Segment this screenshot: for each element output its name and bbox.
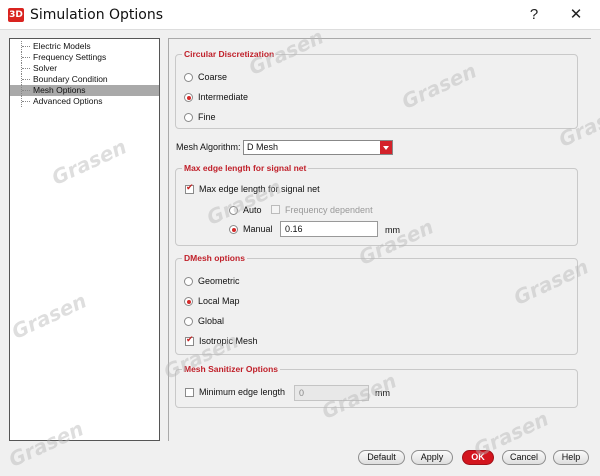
radio-global-label: Global: [198, 316, 225, 326]
tree-item-label: Mesh Options: [33, 85, 86, 95]
tree-item-label: Advanced Options: [33, 96, 103, 106]
manual-edge-length-input[interactable]: 0.16: [280, 221, 378, 237]
close-icon[interactable]: ✕: [564, 3, 588, 27]
tree-item-electric-models[interactable]: Electric Models: [10, 41, 159, 52]
isotropic-mesh-checkbox[interactable]: [185, 335, 194, 346]
options-tree: Electric Models Frequency Settings Solve…: [9, 38, 160, 441]
tree-branch-line: [21, 41, 30, 52]
radio-intermediate-label: Intermediate: [198, 92, 249, 102]
max-edge-length-checkbox[interactable]: [185, 183, 194, 194]
minimum-edge-length-checkbox[interactable]: [185, 388, 194, 397]
tree-branch-line: [21, 52, 30, 63]
radio-geometric-label: Geometric: [198, 276, 240, 286]
tree-item-label: Solver: [33, 63, 58, 73]
apply-button[interactable]: Apply: [411, 450, 453, 465]
group-title: Circular Discretization: [182, 49, 277, 60]
group-title: DMesh options: [182, 253, 247, 264]
minimum-edge-length-label: Minimum edge length: [199, 387, 286, 397]
window-title: Simulation Options: [30, 7, 164, 23]
tree-item-label: Boundary Condition: [33, 74, 108, 84]
sanitizer-unit-label: mm: [375, 388, 390, 398]
tree-branch-line: [21, 74, 30, 85]
minimum-edge-length-input[interactable]: 0: [294, 385, 369, 401]
radio-local-map-label: Local Map: [198, 296, 240, 306]
radio-geometric[interactable]: [184, 277, 193, 286]
tree-branch-line: [21, 85, 30, 96]
tree-branch-line: [21, 96, 30, 107]
max-edge-length-checkbox-label: Max edge length for signal net: [199, 184, 320, 194]
group-title: Mesh Sanitizer Options: [182, 364, 280, 375]
radio-manual-label: Manual: [243, 224, 273, 234]
radio-coarse-label: Coarse: [198, 72, 228, 82]
isotropic-mesh-label: Isotropic Mesh: [199, 336, 258, 346]
chevron-down-icon[interactable]: [380, 141, 392, 154]
manual-unit-label: mm: [385, 225, 400, 235]
radio-manual[interactable]: [229, 225, 238, 234]
radio-global[interactable]: [184, 317, 193, 326]
cancel-button[interactable]: Cancel: [502, 450, 546, 465]
app-logo-icon: 3D: [8, 8, 24, 22]
tree-item-boundary-condition[interactable]: Boundary Condition: [10, 74, 159, 85]
tree-item-label: Frequency Settings: [33, 52, 107, 62]
tree-item-label: Electric Models: [33, 41, 91, 51]
ok-button[interactable]: OK: [462, 450, 494, 465]
tree-branch-line: [21, 63, 30, 74]
radio-auto-label: Auto: [243, 205, 262, 215]
frequency-dependent-label: Frequency dependent: [285, 205, 373, 215]
title-bar: 3D Simulation Options ? ✕: [0, 0, 600, 30]
mesh-algorithm-select[interactable]: D Mesh: [243, 140, 393, 155]
radio-coarse[interactable]: [184, 73, 193, 82]
mesh-algorithm-label: Mesh Algorithm:: [176, 142, 241, 152]
group-title: Max edge length for signal net: [182, 163, 309, 174]
help-button[interactable]: Help: [553, 450, 589, 465]
help-icon[interactable]: ?: [522, 3, 546, 27]
tree-item-solver[interactable]: Solver: [10, 63, 159, 74]
tree-item-frequency-settings[interactable]: Frequency Settings: [10, 52, 159, 63]
tree-item-mesh-options[interactable]: Mesh Options: [10, 85, 159, 96]
tree-item-advanced-options[interactable]: Advanced Options: [10, 96, 159, 107]
mesh-algorithm-value: D Mesh: [247, 142, 279, 152]
default-button[interactable]: Default: [358, 450, 405, 465]
radio-auto[interactable]: [229, 206, 238, 215]
radio-fine[interactable]: [184, 113, 193, 122]
radio-fine-label: Fine: [198, 112, 216, 122]
frequency-dependent-checkbox[interactable]: [271, 205, 280, 214]
radio-local-map[interactable]: [184, 297, 193, 306]
radio-intermediate[interactable]: [184, 93, 193, 102]
